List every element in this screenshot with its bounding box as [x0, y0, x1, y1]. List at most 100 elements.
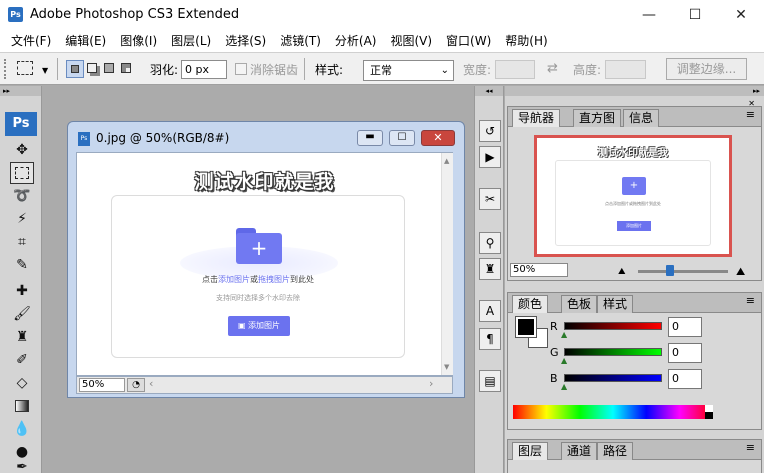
pen-tool-icon[interactable]: ✒: [10, 461, 34, 473]
lasso-tool-icon[interactable]: ➰: [10, 185, 34, 207]
eraser-tool-icon[interactable]: ◇: [10, 372, 34, 394]
drag-image-link[interactable]: 拖拽图片: [258, 275, 290, 284]
b-value-input[interactable]: 0: [668, 369, 702, 389]
antialias-checkbox[interactable]: [235, 63, 247, 75]
new-selection-icon[interactable]: [66, 60, 84, 78]
dock-collapse-icon[interactable]: ◂◂: [475, 86, 503, 96]
menu-edit[interactable]: 编辑(E): [58, 30, 113, 52]
panel-close-icon[interactable]: ✕: [748, 99, 755, 108]
history-panel-icon[interactable]: ↺: [479, 120, 501, 142]
close-button[interactable]: ✕: [718, 0, 764, 30]
scroll-up-icon[interactable]: ▲: [444, 157, 449, 165]
healing-brush-tool-icon[interactable]: ✚: [10, 280, 34, 302]
maximize-button[interactable]: ☐: [672, 0, 718, 30]
r-value-input[interactable]: 0: [668, 317, 702, 337]
magic-wand-tool-icon[interactable]: ⚡: [10, 208, 34, 230]
panel-menu-icon[interactable]: ≡: [746, 294, 755, 307]
navigator-zoom-thumb[interactable]: [666, 265, 674, 276]
menu-help[interactable]: 帮助(H): [498, 30, 554, 52]
black-swatch[interactable]: [705, 412, 713, 419]
scroll-down-icon[interactable]: ▼: [444, 363, 449, 371]
add-selection-icon[interactable]: [84, 60, 102, 78]
style-select[interactable]: 正常 ⌄: [363, 60, 454, 81]
menu-image[interactable]: 图像(I): [113, 30, 164, 52]
clone-source-icon[interactable]: ♜: [479, 258, 501, 280]
white-swatch[interactable]: [705, 405, 713, 412]
minimize-button[interactable]: —: [626, 0, 672, 30]
actions-panel-icon[interactable]: ▶: [479, 146, 501, 168]
width-input[interactable]: [495, 60, 535, 79]
add-image-button[interactable]: ▣ 添加图片: [228, 316, 290, 336]
tab-layers[interactable]: 图层: [512, 442, 549, 460]
slice-tool-icon[interactable]: ✎: [10, 254, 34, 276]
g-slider[interactable]: [564, 348, 662, 356]
scroll-left-icon[interactable]: ‹: [149, 377, 153, 390]
character-panel-icon[interactable]: A: [479, 300, 501, 322]
add-image-link[interactable]: 添加图片: [218, 275, 250, 284]
tab-paths[interactable]: 路径: [597, 442, 634, 460]
doc-zoom-field[interactable]: 50%: [79, 378, 125, 392]
navigator-zoom-slider[interactable]: [638, 270, 728, 273]
rect-marquee-preset-icon[interactable]: [17, 61, 33, 75]
height-input[interactable]: [605, 60, 646, 79]
subtract-selection-icon[interactable]: [101, 60, 119, 78]
options-bar-grip[interactable]: [4, 59, 8, 79]
tab-histogram[interactable]: 直方图: [573, 109, 622, 127]
panels-collapse-icon[interactable]: ▸▸: [505, 86, 764, 96]
preset-dropdown-icon[interactable]: ▼: [42, 66, 48, 75]
refine-edge-button[interactable]: 调整边缘...: [666, 58, 747, 80]
b-slider[interactable]: [564, 374, 662, 382]
crop-tool-icon[interactable]: ⌗: [10, 231, 34, 253]
doc-info-menu-icon[interactable]: ◔: [127, 378, 145, 392]
intersect-selection-icon[interactable]: [118, 60, 136, 78]
brush-tool-icon[interactable]: 🖌: [10, 303, 34, 325]
menu-filter[interactable]: 滤镜(T): [273, 30, 328, 52]
move-tool-icon[interactable]: ✥: [10, 139, 34, 161]
doc-close-button[interactable]: ✕: [421, 130, 455, 146]
document-window[interactable]: Ps 0.jpg @ 50%(RGB/8#) ▬ ☐ ✕ 测试水印就是我 + 点…: [67, 121, 465, 398]
menu-file[interactable]: 文件(F): [4, 30, 58, 52]
foreground-color-swatch[interactable]: [515, 316, 537, 338]
menu-view[interactable]: 视图(V): [383, 30, 439, 52]
tab-navigator[interactable]: 导航器: [512, 109, 561, 127]
navigator-zoom-field[interactable]: 50%: [510, 263, 568, 277]
upload-area[interactable]: + 点击添加图片或拖拽图片到此处 支持同时选择多个水印去除 ▣ 添加图片: [111, 195, 405, 358]
panel-menu-icon[interactable]: ≡: [746, 108, 755, 121]
navigator-view-box[interactable]: 测试水印就是我 + 点击添加图片或拖拽图片到此处 添加图片: [534, 135, 732, 257]
r-slider[interactable]: [564, 322, 662, 330]
tool-presets-icon[interactable]: ✂: [479, 188, 501, 210]
tab-info[interactable]: 信息: [623, 109, 660, 127]
dodge-tool-icon[interactable]: ●: [10, 441, 34, 463]
paragraph-panel-icon[interactable]: ¶: [479, 328, 501, 350]
toolbox-collapse-icon[interactable]: ▸▸: [0, 86, 41, 96]
ps-logo[interactable]: Ps: [5, 112, 37, 136]
tab-swatches[interactable]: 色板: [561, 295, 598, 313]
menu-layer[interactable]: 图层(L): [164, 30, 218, 52]
menu-window[interactable]: 窗口(W): [439, 30, 498, 52]
doc-minimize-button[interactable]: ▬: [357, 130, 383, 146]
tab-channels[interactable]: 通道: [561, 442, 598, 460]
swap-icon[interactable]: ⇄: [547, 61, 558, 77]
scroll-right-icon[interactable]: ›: [429, 377, 433, 390]
menu-select[interactable]: 选择(S): [218, 30, 273, 52]
r-slider-thumb[interactable]: ▲: [561, 330, 567, 339]
marquee-tool-icon[interactable]: [10, 162, 34, 184]
zoom-out-icon[interactable]: ⛰: [618, 267, 626, 277]
tab-styles[interactable]: 样式: [597, 295, 634, 313]
color-spectrum-ramp[interactable]: [513, 405, 713, 419]
layer-comps-icon[interactable]: ▤: [479, 370, 501, 392]
vertical-scrollbar[interactable]: ▲ ▼: [441, 153, 453, 375]
clone-stamp-tool-icon[interactable]: ♜: [10, 326, 34, 348]
history-brush-tool-icon[interactable]: ✐: [10, 349, 34, 371]
brushes-panel-icon[interactable]: ⚲: [479, 232, 501, 254]
menu-analysis[interactable]: 分析(A): [328, 30, 384, 52]
blur-tool-icon[interactable]: 💧: [10, 418, 34, 440]
tab-color[interactable]: 颜色: [512, 295, 549, 313]
b-slider-thumb[interactable]: ▲: [561, 382, 567, 391]
feather-input[interactable]: 0 px: [181, 60, 227, 79]
zoom-in-icon[interactable]: ⛰: [736, 265, 745, 279]
gradient-tool-icon[interactable]: [10, 395, 34, 417]
document-canvas[interactable]: 测试水印就是我 + 点击添加图片或拖拽图片到此处 支持同时选择多个水印去除 ▣ …: [76, 152, 453, 376]
g-value-input[interactable]: 0: [668, 343, 702, 363]
doc-maximize-button[interactable]: ☐: [389, 130, 415, 146]
